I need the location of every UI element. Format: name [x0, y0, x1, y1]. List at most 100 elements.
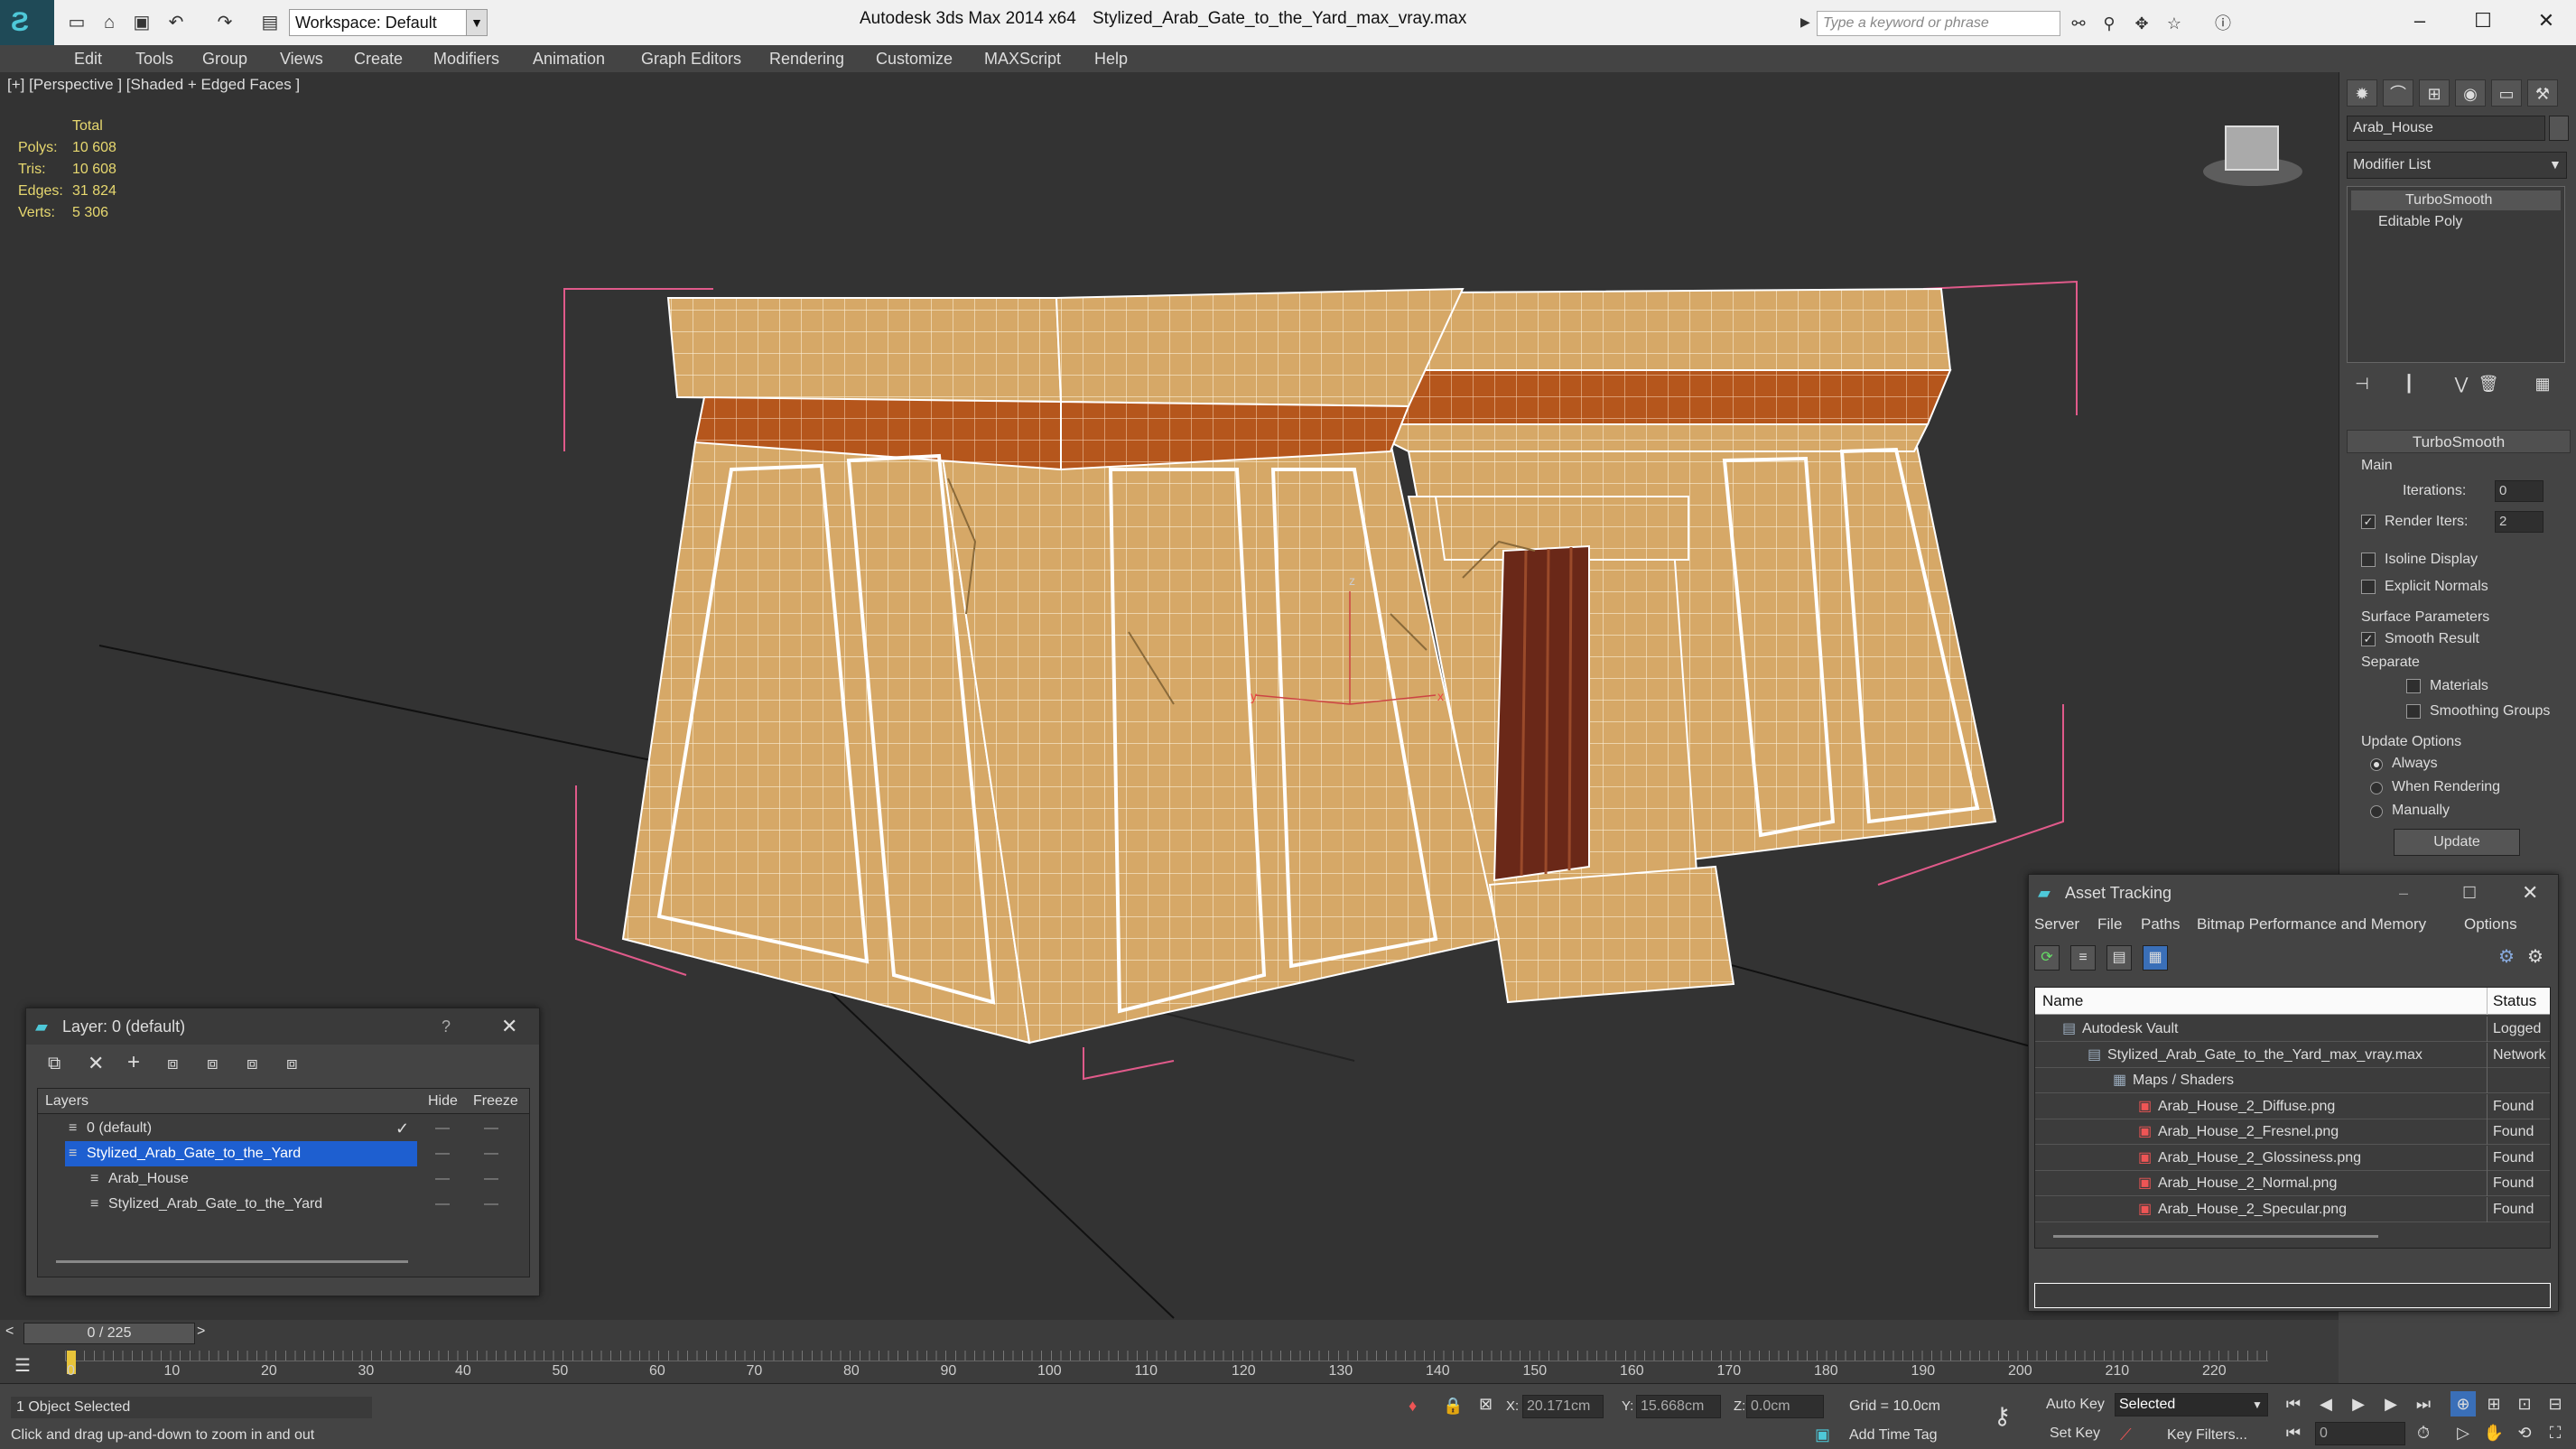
- add-time-tag[interactable]: Add Time Tag: [1849, 1427, 1938, 1444]
- always-radio[interactable]: [2370, 758, 2383, 771]
- x-coordinate-field[interactable]: 20.171cm: [1522, 1395, 1604, 1418]
- minimize-icon[interactable]: –: [2402, 7, 2438, 34]
- name-column-header[interactable]: Name: [2042, 988, 2083, 1015]
- menu-edit[interactable]: Edit: [74, 45, 102, 72]
- zoom-extents-all-icon[interactable]: ⊟: [2543, 1391, 2568, 1416]
- go-to-end-icon[interactable]: ⏭: [2411, 1391, 2436, 1416]
- minimize-icon[interactable]: –: [2399, 875, 2408, 911]
- key-mode-dropdown[interactable]: Selected: [2115, 1393, 2268, 1416]
- hide-toggle[interactable]: —: [435, 1141, 450, 1166]
- horizontal-scrollbar[interactable]: [56, 1260, 408, 1263]
- menu-views[interactable]: Views: [280, 45, 323, 72]
- asset-menu-options[interactable]: Options: [2464, 911, 2517, 938]
- open-file-icon[interactable]: ⌂: [98, 11, 121, 34]
- time-slider-thumb[interactable]: 0 / 225: [23, 1323, 195, 1344]
- orbit-icon[interactable]: ⟲: [2512, 1420, 2537, 1445]
- highlight-layer-icon[interactable]: ⧈: [207, 1054, 219, 1074]
- favorites-icon[interactable]: ☆: [2163, 13, 2185, 34]
- maximize-icon[interactable]: ☐: [2462, 875, 2477, 911]
- motion-tab-icon[interactable]: ◉: [2455, 79, 2486, 107]
- freeze-toggle[interactable]: —: [484, 1192, 498, 1217]
- asset-title-bar[interactable]: ▰ Asset Tracking – ☐ ✕: [2029, 875, 2558, 911]
- next-frame-icon[interactable]: >: [197, 1324, 205, 1340]
- binoculars-icon[interactable]: ⚯: [2068, 13, 2089, 34]
- pan-icon[interactable]: ✋: [2481, 1420, 2506, 1445]
- time-tag-icon[interactable]: ▣: [1815, 1426, 1830, 1444]
- menu-create[interactable]: Create: [354, 45, 403, 72]
- communication-icon[interactable]: ✥: [2131, 13, 2153, 34]
- modify-tab-icon[interactable]: ⌒: [2383, 79, 2413, 107]
- close-icon[interactable]: ✕: [2528, 7, 2564, 34]
- isoline-checkbox[interactable]: [2361, 553, 2376, 567]
- list-view-icon[interactable]: ≡: [2070, 945, 2096, 971]
- close-icon[interactable]: ✕: [501, 1008, 517, 1045]
- new-file-icon[interactable]: ▭: [65, 11, 88, 34]
- hide-column-header[interactable]: Hide: [428, 1089, 458, 1114]
- manually-radio[interactable]: [2370, 805, 2383, 818]
- smooth-result-checkbox[interactable]: ✓: [2361, 632, 2376, 646]
- asset-row[interactable]: ▣ Arab_House_2_Diffuse.png Found: [2035, 1093, 2550, 1119]
- previous-key-icon[interactable]: ◀: [2313, 1391, 2339, 1416]
- menu-customize[interactable]: Customize: [876, 45, 953, 72]
- freeze-toggle[interactable]: —: [484, 1116, 498, 1141]
- undo-icon[interactable]: ↶: [164, 11, 188, 34]
- set-key-button[interactable]: Set Key: [2050, 1426, 2100, 1442]
- absolute-mode-icon[interactable]: ⊠: [1479, 1395, 1493, 1414]
- configure-sets-icon[interactable]: ▦: [2529, 370, 2556, 397]
- search-input[interactable]: Type a keyword or phrase: [1817, 11, 2060, 36]
- auto-key-button[interactable]: Auto Key: [2046, 1397, 2105, 1413]
- materials-checkbox[interactable]: [2406, 679, 2421, 693]
- maximize-icon[interactable]: ☐: [2465, 7, 2501, 34]
- prev-frame-icon[interactable]: <: [5, 1324, 14, 1340]
- menu-group[interactable]: Group: [202, 45, 247, 72]
- table-view-icon[interactable]: ▦: [2143, 945, 2168, 971]
- freeze-toggle[interactable]: —: [484, 1141, 498, 1166]
- stack-item-turbosmooth[interactable]: TurboSmooth: [2351, 190, 2561, 210]
- object-color-swatch[interactable]: [2549, 116, 2569, 141]
- layer-row[interactable]: Stylized_Arab_Gate_to_the_Yard ≡ — —: [38, 1141, 529, 1166]
- hide-toggle[interactable]: —: [435, 1116, 450, 1141]
- asset-row[interactable]: ▤ Autodesk Vault Logged O: [2035, 1017, 2550, 1042]
- set-key-icon[interactable]: ⟋: [2120, 1426, 2132, 1444]
- app-menu-button[interactable]: Ƨ: [0, 0, 54, 45]
- isolate-selection-icon[interactable]: ♦: [1409, 1397, 1417, 1416]
- hide-toggle[interactable]: —: [435, 1166, 450, 1192]
- time-slider[interactable]: < 0 / 225 >: [0, 1320, 2339, 1347]
- asset-row[interactable]: ▤ Stylized_Arab_Gate_to_the_Yard_max_vray…: [2035, 1042, 2550, 1068]
- menu-rendering[interactable]: Rendering: [769, 45, 844, 72]
- menu-modifiers[interactable]: Modifiers: [433, 45, 499, 72]
- menu-help[interactable]: Help: [1094, 45, 1128, 72]
- create-tab-icon[interactable]: ✹: [2347, 79, 2377, 107]
- hierarchy-tab-icon[interactable]: ⊞: [2419, 79, 2450, 107]
- asset-menu-bitmap[interactable]: Bitmap Performance and Memory: [2197, 911, 2426, 938]
- key-filters-button[interactable]: Key Filters...: [2167, 1427, 2247, 1444]
- hide-all-layers-icon[interactable]: ⧈: [246, 1054, 258, 1074]
- menu-graph-editors[interactable]: Graph Editors: [641, 45, 741, 72]
- vault-help-icon[interactable]: ⚙: [2498, 945, 2515, 968]
- zoom-icon[interactable]: ⊕: [2450, 1391, 2476, 1416]
- new-layer-icon[interactable]: ⧉: [48, 1054, 60, 1074]
- project-folder-icon[interactable]: ▤: [258, 11, 282, 34]
- go-to-start-icon[interactable]: ⏮: [2281, 1391, 2306, 1416]
- viewport-label[interactable]: [+] [Perspective ] [Shaded + Edged Faces…: [7, 76, 300, 94]
- layer-row[interactable]: 0 (default) ≡ ✓ — —: [38, 1116, 529, 1141]
- menu-animation[interactable]: Animation: [533, 45, 605, 72]
- search-expand-icon[interactable]: ▶: [1800, 14, 1810, 30]
- asset-row[interactable]: ▣ Arab_House_2_Normal.png Found: [2035, 1171, 2550, 1196]
- layer-title-bar[interactable]: ▰ Layer: 0 (default) ? ✕: [26, 1008, 539, 1045]
- current-frame-field[interactable]: 0: [2315, 1422, 2405, 1445]
- asset-row[interactable]: ▣ Arab_House_2_Specular.png Found: [2035, 1196, 2550, 1222]
- play-icon[interactable]: ▶: [2346, 1391, 2371, 1416]
- key-mode-icon[interactable]: ⏮: [2281, 1420, 2306, 1445]
- asset-row[interactable]: ▦ Maps / Shaders: [2035, 1068, 2550, 1093]
- help-icon[interactable]: ⓘ: [2212, 13, 2234, 34]
- zoom-extents-icon[interactable]: ⊡: [2512, 1391, 2537, 1416]
- when-rendering-radio[interactable]: [2370, 782, 2383, 794]
- help-button[interactable]: ?: [442, 1008, 451, 1045]
- time-config-icon[interactable]: ⏱: [2411, 1420, 2436, 1445]
- asset-menu-paths[interactable]: Paths: [2141, 911, 2180, 938]
- asset-menu-file[interactable]: File: [2097, 911, 2122, 938]
- hide-toggle[interactable]: —: [435, 1192, 450, 1217]
- next-key-icon[interactable]: ▶: [2378, 1391, 2404, 1416]
- tree-view-icon[interactable]: ▤: [2106, 945, 2132, 971]
